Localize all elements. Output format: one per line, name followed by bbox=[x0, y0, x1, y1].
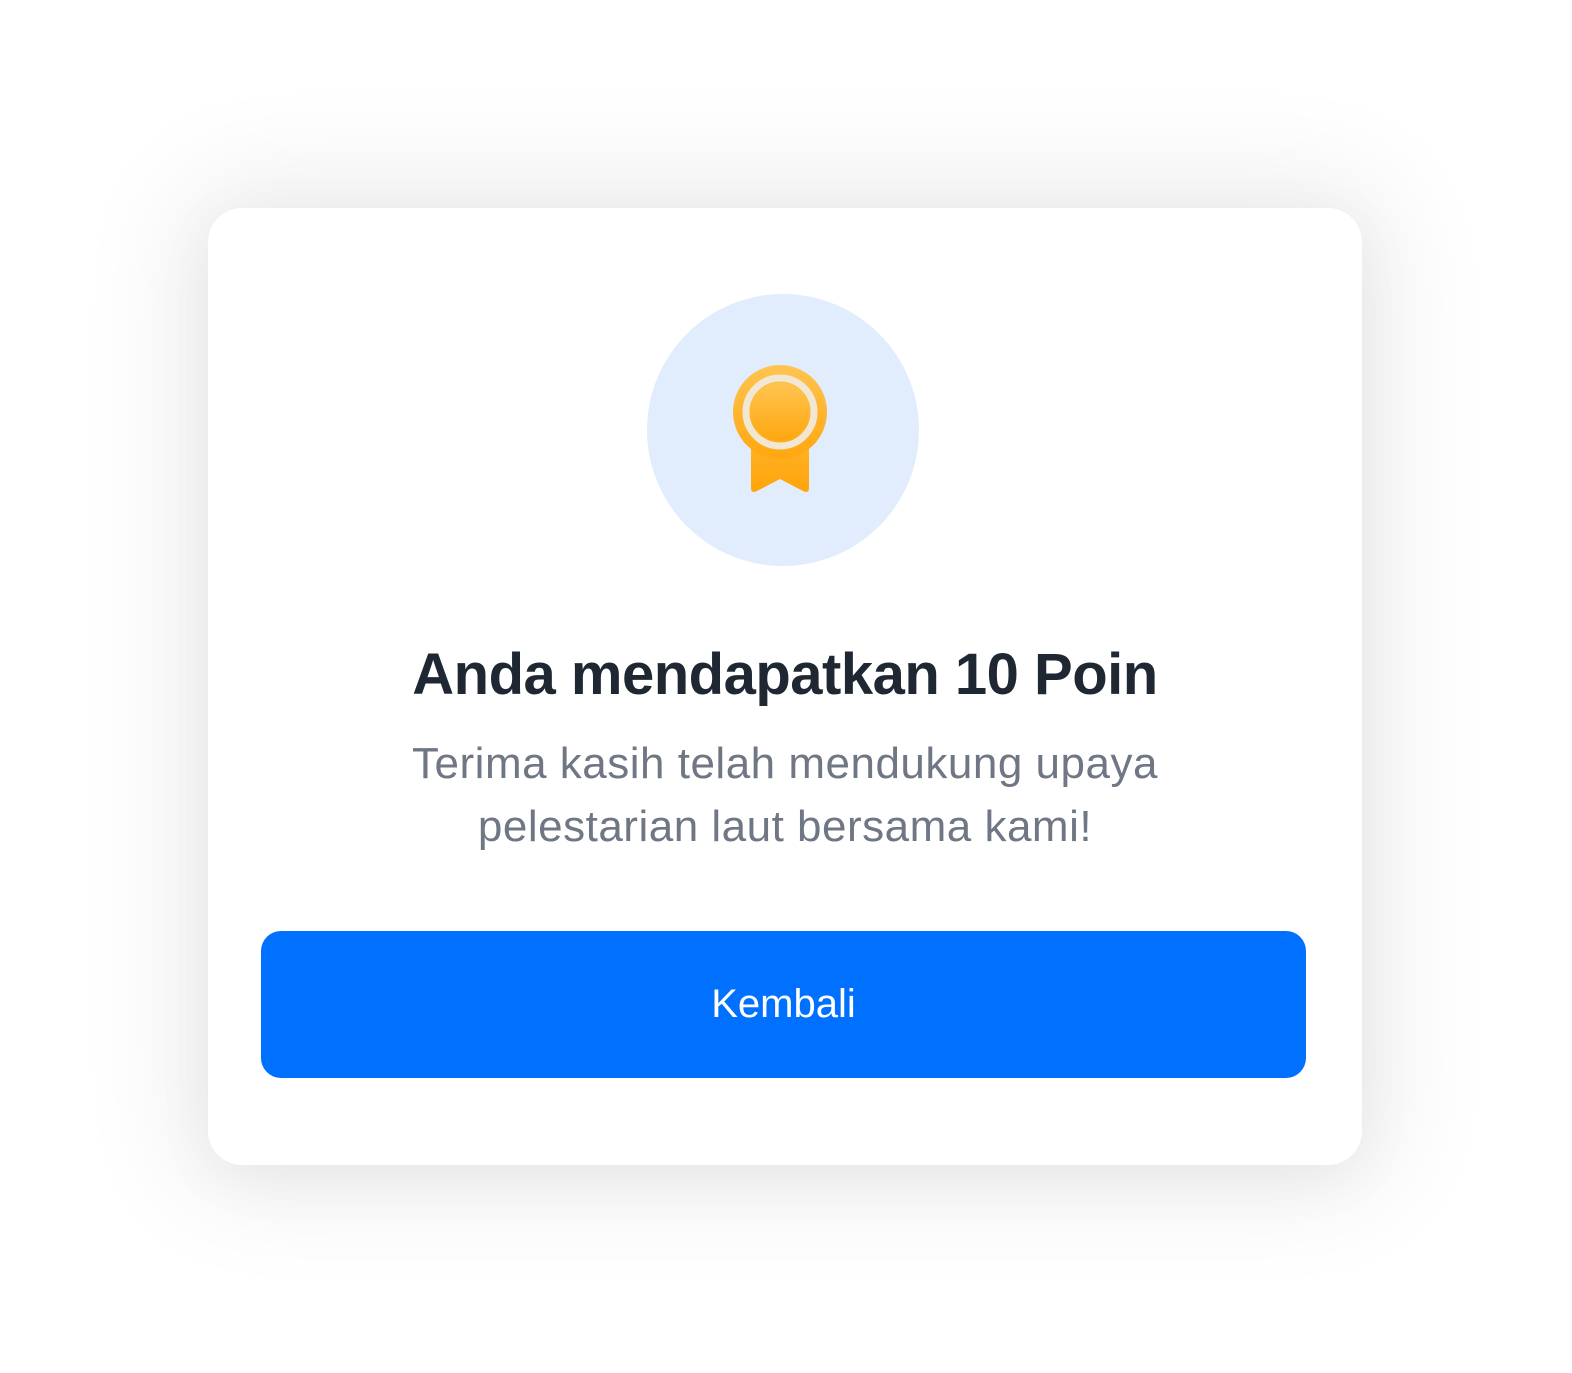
dialog-message: Terima kasih telah mendukung upaya peles… bbox=[412, 739, 1158, 851]
award-ribbon-icon bbox=[733, 365, 827, 492]
back-button[interactable]: Kembali bbox=[261, 931, 1306, 1078]
points-reward-dialog: Anda mendapatkan 10 Poin Terima kasih te… bbox=[208, 208, 1362, 1165]
icon-badge-circle bbox=[647, 294, 919, 566]
dialog-title: Anda mendapatkan 10 Poin bbox=[412, 642, 1158, 707]
